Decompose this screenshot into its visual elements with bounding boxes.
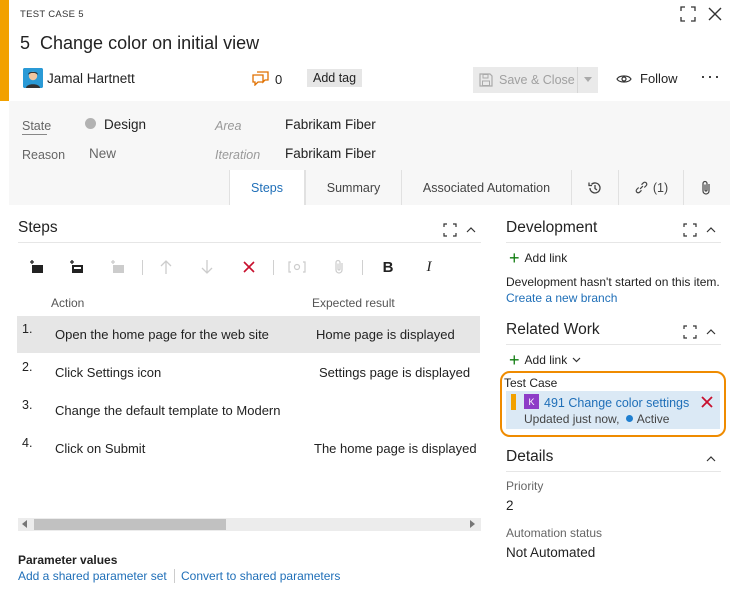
collapse-icon[interactable]	[463, 222, 479, 238]
tab-summary[interactable]: Summary	[305, 170, 401, 205]
iteration-label: Iteration	[215, 148, 261, 162]
add-link-label: Add link	[524, 353, 568, 367]
work-item-type-color-bar	[0, 0, 9, 101]
iteration-value[interactable]: Fabrikam Fiber	[285, 146, 376, 161]
expand-icon[interactable]	[442, 222, 458, 238]
development-add-link-button[interactable]: + Add link	[509, 248, 568, 268]
collapse-icon[interactable]	[703, 222, 719, 238]
tab-links[interactable]: (1)	[618, 170, 683, 205]
work-item-title[interactable]: Change color on initial view	[40, 33, 259, 53]
chevron-down-icon	[572, 357, 581, 363]
add-link-label: Add link	[524, 251, 568, 265]
development-section-title: Development	[506, 219, 598, 236]
step-action[interactable]: Change the default template to Modern	[55, 403, 280, 418]
highlight-annotation	[500, 371, 726, 437]
scroll-right-icon[interactable]	[470, 520, 475, 528]
reason-value[interactable]: New	[89, 146, 116, 161]
column-header-action: Action	[51, 296, 85, 310]
attachment-icon	[702, 180, 710, 195]
automation-status-value: Not Automated	[506, 545, 596, 560]
related-work-section-title: Related Work	[506, 321, 600, 338]
table-row[interactable]: 3. Change the default template to Modern	[17, 392, 480, 429]
create-shared-steps-icon	[109, 258, 127, 276]
column-header-expected: Expected result	[312, 296, 395, 310]
follow-label: Follow	[640, 71, 678, 86]
convert-shared-parameters-link[interactable]: Convert to shared parameters	[181, 569, 340, 583]
delete-step-icon[interactable]	[240, 258, 258, 276]
step-expected[interactable]: Home page is displayed	[316, 327, 455, 342]
collapse-icon[interactable]	[703, 451, 719, 467]
state-label: State	[22, 119, 52, 133]
add-icon: +	[509, 350, 520, 370]
step-number: 3.	[22, 398, 33, 412]
automation-status-label: Automation status	[506, 526, 603, 540]
chevron-down-icon[interactable]	[584, 77, 592, 82]
priority-label: Priority	[506, 479, 544, 493]
add-icon: +	[509, 248, 520, 268]
step-expected[interactable]: Settings page is displayed	[319, 365, 470, 380]
step-number: 4.	[22, 436, 33, 450]
move-down-icon	[198, 258, 216, 276]
reason-label: Reason	[22, 148, 66, 162]
steps-section-title: Steps	[18, 219, 58, 236]
more-actions-button[interactable]: ···	[700, 67, 721, 85]
bold-button[interactable]: B	[379, 258, 397, 276]
attachment-icon	[330, 258, 348, 276]
follow-button[interactable]: Follow	[616, 71, 678, 86]
expand-icon[interactable]	[682, 324, 698, 340]
assigned-to[interactable]: Jamal Hartnett	[47, 71, 135, 86]
table-row[interactable]: 4. Click on Submit The home page is disp…	[17, 430, 480, 467]
work-item-id: 5	[20, 33, 31, 53]
comment-icon[interactable]	[252, 70, 270, 89]
expand-icon[interactable]	[682, 222, 698, 238]
step-action[interactable]: Click Settings icon	[55, 365, 161, 380]
step-number: 2.	[22, 360, 33, 374]
italic-button[interactable]: I	[420, 258, 438, 276]
details-section-title: Details	[506, 448, 554, 465]
tab-bar: Steps Summary Associated Automation (1)	[229, 170, 728, 205]
insert-step-icon[interactable]	[28, 258, 46, 276]
links-count: (1)	[652, 180, 669, 195]
collapse-icon[interactable]	[703, 324, 719, 340]
save-close-label: Save & Close	[499, 73, 575, 87]
eye-icon	[616, 74, 632, 83]
add-shared-parameter-link[interactable]: Add a shared parameter set	[18, 569, 167, 583]
step-number: 1.	[22, 322, 33, 336]
parameter-values-title: Parameter values	[18, 553, 118, 567]
insert-shared-steps-icon[interactable]	[68, 258, 86, 276]
scrollbar-thumb[interactable]	[34, 519, 226, 530]
maximize-icon[interactable]	[677, 4, 699, 24]
work-item-type-label: TEST CASE 5	[20, 9, 84, 20]
save-close-button[interactable]: Save & Close	[473, 67, 598, 93]
create-branch-link[interactable]: Create a new branch	[506, 291, 617, 305]
save-icon	[479, 73, 493, 87]
state-value[interactable]: Design	[104, 117, 146, 132]
development-message: Development hasn't started on this item.	[506, 275, 720, 289]
avatar	[23, 68, 43, 88]
scroll-left-icon[interactable]	[22, 520, 27, 528]
state-indicator-icon	[85, 118, 96, 129]
table-row[interactable]: 2. Click Settings icon Settings page is …	[17, 354, 480, 391]
work-item-title-row: 5 Change color on initial view	[20, 33, 259, 54]
comment-count: 0	[275, 72, 283, 87]
tab-steps[interactable]: Steps	[229, 170, 305, 205]
step-expected[interactable]: The home page is displayed	[314, 441, 477, 456]
history-icon	[588, 181, 601, 194]
table-row[interactable]: 1. Open the home page for the web site H…	[17, 316, 480, 353]
link-icon	[635, 181, 648, 194]
tab-associated-automation[interactable]: Associated Automation	[401, 170, 571, 205]
insert-parameter-icon	[288, 258, 306, 276]
add-tag-button[interactable]: Add tag	[307, 69, 363, 87]
area-value[interactable]: Fabrikam Fiber	[285, 117, 376, 132]
tab-history[interactable]	[571, 170, 618, 205]
move-up-icon	[157, 258, 175, 276]
close-icon[interactable]	[704, 4, 726, 24]
related-add-link-button[interactable]: + Add link	[509, 350, 581, 370]
area-label: Area	[215, 119, 242, 133]
tab-attachments[interactable]	[683, 170, 728, 205]
step-action[interactable]: Open the home page for the web site	[55, 327, 269, 342]
step-action[interactable]: Click on Submit	[55, 441, 145, 456]
priority-value[interactable]: 2	[506, 498, 514, 513]
